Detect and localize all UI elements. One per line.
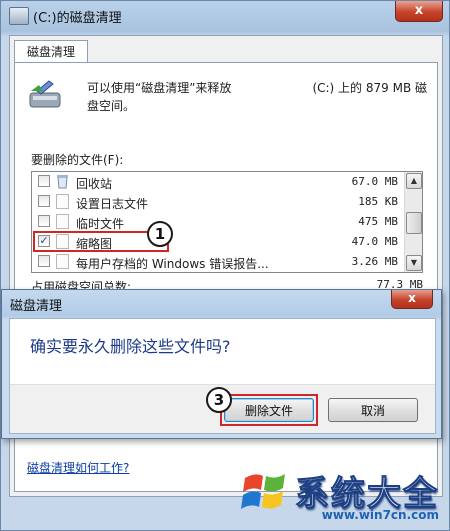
intro-line-1-right: (C:) 上的 879 MB 磁 [312,81,427,95]
intro-line-2: 盘空间。 [87,99,136,113]
list-scrollbar[interactable]: ▲ ▼ [404,172,422,272]
highlight-box [220,394,318,426]
file-size: 475 MB [358,215,398,228]
recycle-bin-icon [57,175,68,189]
list-item-temp-files[interactable]: 临时文件 475 MB [32,212,404,232]
list-item-recycle-bin[interactable]: 回收站 67.0 MB [32,172,404,192]
files-list[interactable]: 回收站 67.0 MB 设置日志文件 185 KB 临时文件 475 MB ✓ [31,171,423,273]
disk-cleanup-app-icon [9,7,29,25]
file-icon [56,254,69,269]
window-close-button[interactable]: x [395,1,443,22]
disk-cleanup-window: (C:)的磁盘清理 x 磁盘清理 可以使用“磁盘清理”来释放 盘空间。 (C:)… [0,0,450,531]
file-size: 47.0 MB [351,235,398,248]
window-title: (C:)的磁盘清理 [33,11,122,26]
disk-cleanup-icon [29,80,61,108]
dialog-close-button[interactable]: x [391,290,433,309]
file-icon [56,194,69,209]
file-icon [56,214,69,229]
checkbox[interactable] [38,175,50,187]
close-icon: x [414,3,424,18]
step-marker-1: 1 [147,221,173,247]
step-marker-3: 3 [206,387,232,413]
tab-disk-cleanup[interactable]: 磁盘清理 [14,40,88,63]
dialog-footer: 删除文件 取消 3 [10,384,435,433]
file-name: 每用户存档的 Windows 错误报告... [76,257,269,271]
checkbox[interactable] [38,215,50,227]
file-name: 临时文件 [76,217,125,231]
list-item-setup-logs[interactable]: 设置日志文件 185 KB [32,192,404,212]
file-name: 设置日志文件 [76,197,149,211]
list-item-error-reports[interactable]: 每用户存档的 Windows 错误报告... 3.26 MB [32,252,404,272]
logo-url: www.win7cn.com [321,508,439,522]
dialog-title: 磁盘清理 [10,299,63,314]
file-size: 185 KB [358,195,398,208]
file-name: 回收站 [76,177,113,191]
dialog-message: 确实要永久删除这些文件吗? [30,337,231,356]
checkbox[interactable] [38,195,50,207]
file-size: 67.0 MB [351,175,398,188]
scroll-thumb[interactable] [406,212,422,234]
scroll-down-icon[interactable]: ▼ [406,255,422,271]
files-to-delete-label: 要删除的文件(F): [31,153,124,167]
close-icon: x [408,291,416,305]
scroll-up-icon[interactable]: ▲ [406,173,422,189]
file-size: 3.26 MB [351,255,398,268]
win7cn-logo: 系统大全 www.win7cn.com [233,460,449,530]
checkbox[interactable] [38,255,50,267]
help-link[interactable]: 磁盘清理如何工作? [27,459,129,476]
dialog-content: 确实要永久删除这些文件吗? 删除文件 取消 3 [9,318,436,434]
cancel-button[interactable]: 取消 [328,398,418,422]
confirm-delete-dialog: 磁盘清理 x 确实要永久删除这些文件吗? 删除文件 取消 3 [1,289,442,439]
windows-flag-icon [241,474,285,509]
title-bar[interactable]: (C:)的磁盘清理 x [1,1,449,31]
